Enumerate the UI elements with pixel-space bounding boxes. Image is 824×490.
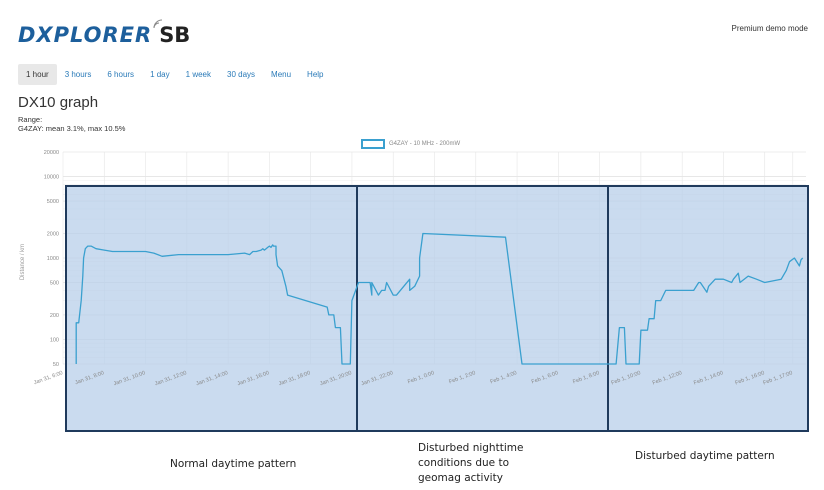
x-tick-label: Jan 31, 6:00 xyxy=(33,370,64,386)
annotation-boxes xyxy=(65,185,809,432)
distance-chart: 50 100 200 500 1000 2000 5000 10000 20000 Jan 31… xyxy=(20,150,809,432)
y-axis-ticks: 50 100 200 500 1000 2000 5000 10000 20000 xyxy=(44,150,59,368)
annotation-disturbed-daytime: Disturbed daytime pattern xyxy=(635,450,775,462)
annotation-disturbed-nighttime: Disturbed nighttime conditions due to ge… xyxy=(418,442,524,484)
annotation-box-1 xyxy=(65,185,358,432)
y-axis-label: Distance / km xyxy=(20,244,26,280)
y-tick-label: 500 xyxy=(50,281,59,287)
y-tick-label: 20000 xyxy=(44,150,59,156)
y-tick-label: 2000 xyxy=(47,231,59,237)
annotation-box-3 xyxy=(607,185,809,432)
y-tick-label: 10000 xyxy=(44,175,59,181)
y-tick-label: 50 xyxy=(53,362,59,368)
y-tick-label: 5000 xyxy=(47,199,59,205)
annotation-box-2 xyxy=(356,185,609,432)
y-tick-label: 200 xyxy=(50,313,59,319)
y-tick-label: 1000 xyxy=(47,256,59,262)
annotation-normal-daytime: Normal daytime pattern xyxy=(170,458,297,470)
y-tick-label: 100 xyxy=(50,337,59,343)
